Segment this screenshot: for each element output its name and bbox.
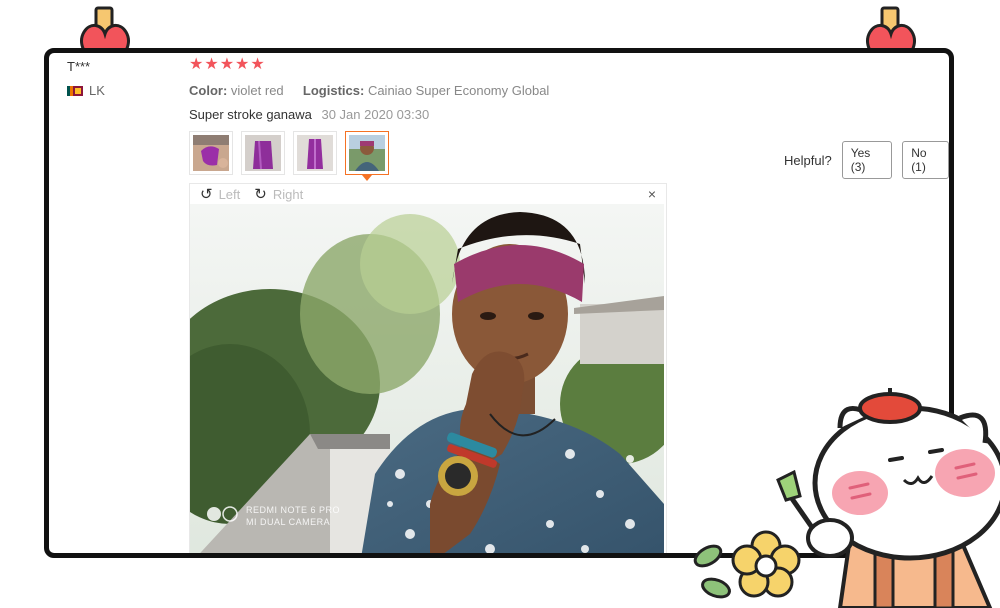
star-rating: ★ ★ ★ ★ ★ [189,57,265,73]
reviewer-country: LK [67,83,105,98]
review-meta: Color: violet red Logistics: Cainiao Sup… [189,83,549,98]
cartoon-cat-decoration [693,388,1000,608]
review-thumbnails [189,131,389,181]
thumbnail-image [193,135,229,171]
review-content: Super stroke ganawa 30 Jan 2020 03:30 [189,107,429,122]
rotate-toolbar: ↺ Left ↻ Right [190,184,666,204]
active-thumbnail-pointer [362,175,372,181]
thumbnail-photo-4[interactable] [345,131,389,181]
rotate-left-button[interactable]: ↺ Left [200,185,240,203]
rotate-left-label: Left [218,186,241,202]
review-date: 30 Jan 2020 03:30 [321,107,430,122]
thumbnail-photo-2[interactable] [241,131,285,175]
review-text: Super stroke ganawa [189,107,312,122]
thumbnail-photo-3[interactable] [293,131,337,175]
image-viewer: ↺ Left ↻ Right × REDMI NOTE 6 PRO MI DUA… [189,183,667,553]
thumbnail-photo-1[interactable] [189,131,233,175]
color-value: violet red [230,83,284,98]
rotate-right-icon: ↻ [254,186,267,203]
rotate-right-label: Right [272,186,304,202]
star-icon: ★ [219,56,235,73]
watermark-line-2: MI DUAL CAMERA [246,517,331,527]
color-label: Color: [189,83,228,98]
watermark-line-1: REDMI NOTE 6 PRO [246,505,341,515]
star-icon: ★ [189,56,204,73]
star-icon: ★ [235,56,250,73]
logistics-label: Logistics: [302,83,365,98]
star-icon: ★ [204,56,219,73]
logistics-value: Cainiao Super Economy Global [367,83,550,98]
helpful-yes-button[interactable]: Yes (3) [841,141,893,179]
helpful-section: Helpful? Yes (3) No (1) [784,141,949,179]
close-icon[interactable]: × [648,186,656,202]
sri-lanka-flag-icon [67,85,83,96]
country-code: LK [89,83,105,98]
camera-watermark-icon [207,506,238,522]
thumbnail-image [245,135,281,171]
helpful-no-button[interactable]: No (1) [902,141,949,179]
thumbnail-image [349,135,385,171]
reviewer-name: T*** [67,59,91,74]
camera-watermark: REDMI NOTE 6 PRO MI DUAL CAMERA [246,504,340,528]
star-icon: ★ [250,56,265,73]
rotate-right-button[interactable]: ↻ Right [254,185,303,203]
thumbnail-image [297,135,333,171]
rotate-left-icon: ↺ [200,186,213,203]
helpful-label: Helpful? [784,152,832,168]
